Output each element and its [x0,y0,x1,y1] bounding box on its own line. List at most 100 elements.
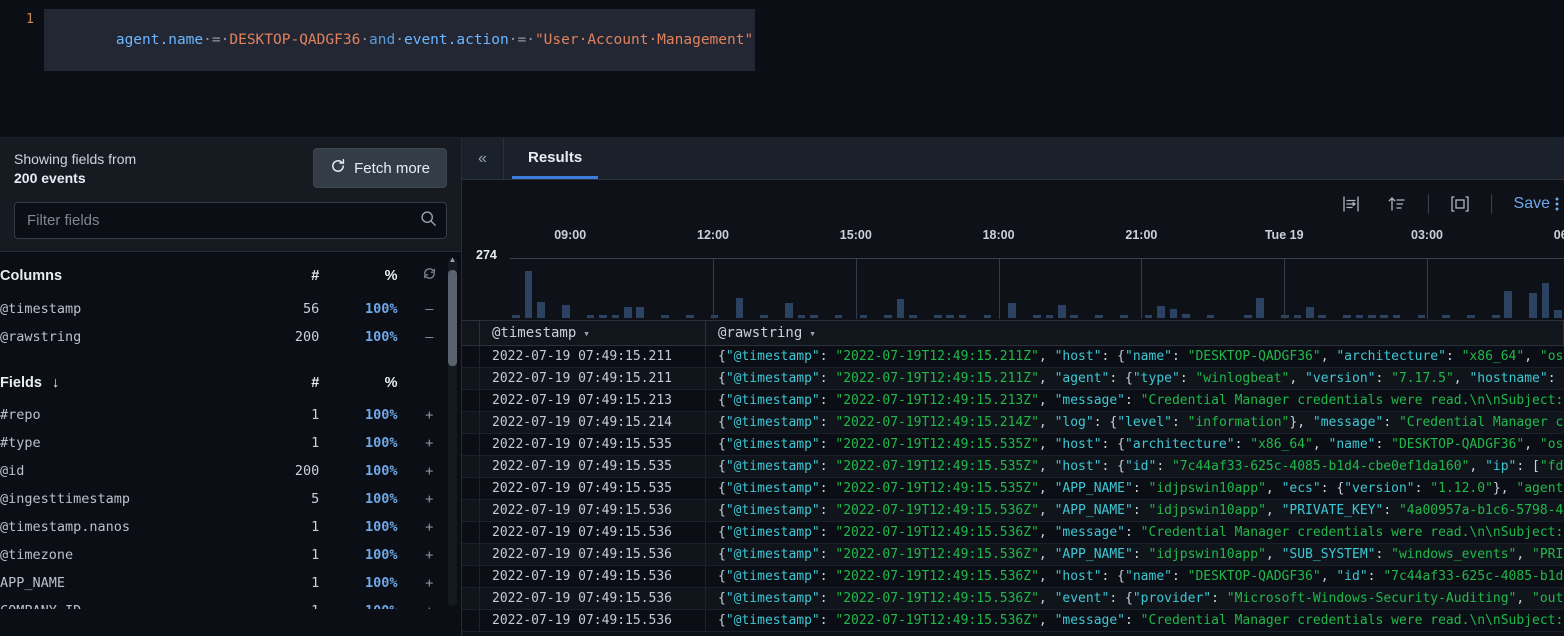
field-row[interactable]: @timezone 1 100% + [0,541,461,569]
table-row[interactable]: 2022-07-19 07:49:15.536 {"@timestamp": "2… [462,500,1564,522]
histogram-bar[interactable] [561,305,570,318]
collapse-left-icon[interactable]: « [462,138,504,179]
histogram-bar[interactable] [1095,315,1103,318]
histogram-bar[interactable] [611,315,620,318]
events-histogram[interactable]: 09:00 12:00 15:00 18:00 21:00 Tue 19 03:00 06:0… [462,228,1564,320]
histogram-bar[interactable] [1033,315,1041,318]
column-row[interactable]: @rawstring 200 100% — [0,323,461,351]
field-row[interactable]: APP_NAME 1 100% + [0,569,461,597]
table-row[interactable]: 2022-07-19 07:49:15.211 {"@timestamp": "2… [462,368,1564,390]
save-button[interactable]: Save [1500,195,1550,213]
histogram-bar[interactable] [1293,315,1302,318]
histogram-bar[interactable] [1529,293,1537,318]
histogram-bar[interactable] [797,315,806,318]
histogram-bar[interactable] [586,315,595,318]
table-row[interactable]: 2022-07-19 07:49:15.211 {"@timestamp": "2… [462,346,1564,368]
table-row[interactable]: 2022-07-19 07:49:15.535 {"@timestamp": "2… [462,434,1564,456]
histogram-bar[interactable] [735,297,744,318]
histogram-bar[interactable] [809,315,818,318]
histogram-bar[interactable] [512,315,521,318]
query-line[interactable]: 1 agent.name·=·DESKTOP-QADGF36·and·event… [0,0,1564,71]
histogram-bar[interactable] [884,315,893,318]
table-row[interactable]: 2022-07-19 07:49:15.214 {"@timestamp": "2… [462,412,1564,434]
histogram-bar[interactable] [1070,315,1079,318]
field-row[interactable]: @timestamp.nanos 1 100% + [0,513,461,541]
histogram-bar[interactable] [710,315,719,318]
histogram-bar[interactable] [1243,315,1252,318]
histogram-bar[interactable] [599,315,607,318]
query-text[interactable]: agent.name·=·DESKTOP-QADGF36·and·event.a… [44,9,756,71]
histogram-bar[interactable] [524,271,533,318]
histogram-bar[interactable] [636,306,645,318]
sidebar-scrollbar-thumb[interactable] [448,270,457,366]
histogram-bar[interactable] [1491,315,1500,318]
histogram-bar[interactable] [685,315,694,318]
histogram-bar[interactable] [1119,315,1128,318]
histogram-bar[interactable] [958,315,967,318]
table-row[interactable]: 2022-07-19 07:49:15.536 {"@timestamp": "2… [462,522,1564,544]
column-header-timestamp[interactable]: @timestamp ▾ [480,321,706,345]
histogram-bar[interactable] [1256,297,1265,318]
histogram-bar[interactable] [1169,309,1178,318]
histogram-bar[interactable] [1541,283,1550,318]
histogram-bar[interactable] [1206,315,1215,318]
histogram-bar[interactable] [946,315,955,318]
column-header-rawstring[interactable]: @rawstring ▾ [706,321,1564,345]
histogram-bar[interactable] [1442,315,1451,318]
fields-header-label[interactable]: Fields ↓ [0,365,264,401]
histogram-bar[interactable] [909,315,917,318]
table-row[interactable]: 2022-07-19 07:49:15.535 {"@timestamp": "2… [462,478,1564,500]
histogram-bar[interactable] [623,306,632,318]
field-row[interactable]: #repo 1 100% + [0,401,461,429]
table-row[interactable]: 2022-07-19 07:49:15.536 {"@timestamp": "2… [462,566,1564,588]
results-table: @timestamp ▾ @rawstring ▾ 2022-07-19 07:… [462,320,1564,632]
query-editor[interactable]: 1 agent.name·=·DESKTOP-QADGF36·and·event… [0,0,1564,138]
field-row[interactable]: #type 1 100% + [0,429,461,457]
histogram-bar[interactable] [1392,315,1401,318]
more-vertical-icon[interactable] [1550,196,1564,212]
histogram-bar[interactable] [1057,305,1066,318]
expand-fullscreen-icon[interactable] [1437,195,1483,213]
histogram-bar[interactable] [1504,291,1513,318]
chevron-down-icon[interactable]: ▾ [809,327,816,340]
histogram-bar[interactable] [1157,306,1165,318]
fetch-more-button[interactable]: Fetch more [313,148,447,188]
field-row[interactable]: @id 200 100% + [0,457,461,485]
histogram-bar[interactable] [1553,309,1562,318]
table-row[interactable]: 2022-07-19 07:49:15.536 {"@timestamp": "2… [462,588,1564,610]
table-row[interactable]: 2022-07-19 07:49:15.213 {"@timestamp": "2… [462,390,1564,412]
histogram-bar[interactable] [1318,315,1327,318]
histogram-bar[interactable] [1367,315,1376,318]
histogram-bar[interactable] [1417,315,1426,318]
table-row[interactable]: 2022-07-19 07:49:15.535 {"@timestamp": "2… [462,456,1564,478]
sort-ascending-icon[interactable] [1374,195,1420,213]
histogram-bar[interactable] [537,302,545,318]
histogram-bar[interactable] [785,303,793,318]
column-row[interactable]: @timestamp 56 100% — [0,295,461,323]
table-row[interactable]: 2022-07-19 07:49:15.536 {"@timestamp": "2… [462,610,1564,632]
histogram-bar[interactable] [983,315,992,318]
wrap-lines-icon[interactable] [1328,195,1374,213]
chevron-down-icon[interactable]: ▾ [583,327,590,340]
histogram-bar[interactable] [1343,315,1351,318]
field-row[interactable]: COMPANY_ID 1 100% + [0,597,461,609]
histogram-bar[interactable] [859,314,868,318]
filter-fields-input[interactable] [14,202,447,239]
histogram-bar[interactable] [1305,307,1314,318]
tab-results[interactable]: Results [512,138,599,179]
histogram-bar[interactable] [1467,315,1475,318]
histogram-bar[interactable] [1181,314,1190,318]
histogram-bar[interactable] [1144,315,1153,318]
histogram-bar[interactable] [1008,302,1017,318]
histogram-bar[interactable] [661,315,669,318]
histogram-bar[interactable] [834,315,843,318]
histogram-bar[interactable] [1045,315,1054,318]
histogram-bar[interactable] [1355,315,1364,318]
histogram-bar[interactable] [933,315,942,318]
scroll-up-arrow-icon[interactable]: ▲ [448,256,457,264]
table-row[interactable]: 2022-07-19 07:49:15.536 {"@timestamp": "2… [462,544,1564,566]
histogram-bar[interactable] [1380,315,1389,318]
histogram-bar[interactable] [760,315,769,318]
field-row[interactable]: @ingesttimestamp 5 100% + [0,485,461,513]
histogram-bar[interactable] [896,298,905,318]
